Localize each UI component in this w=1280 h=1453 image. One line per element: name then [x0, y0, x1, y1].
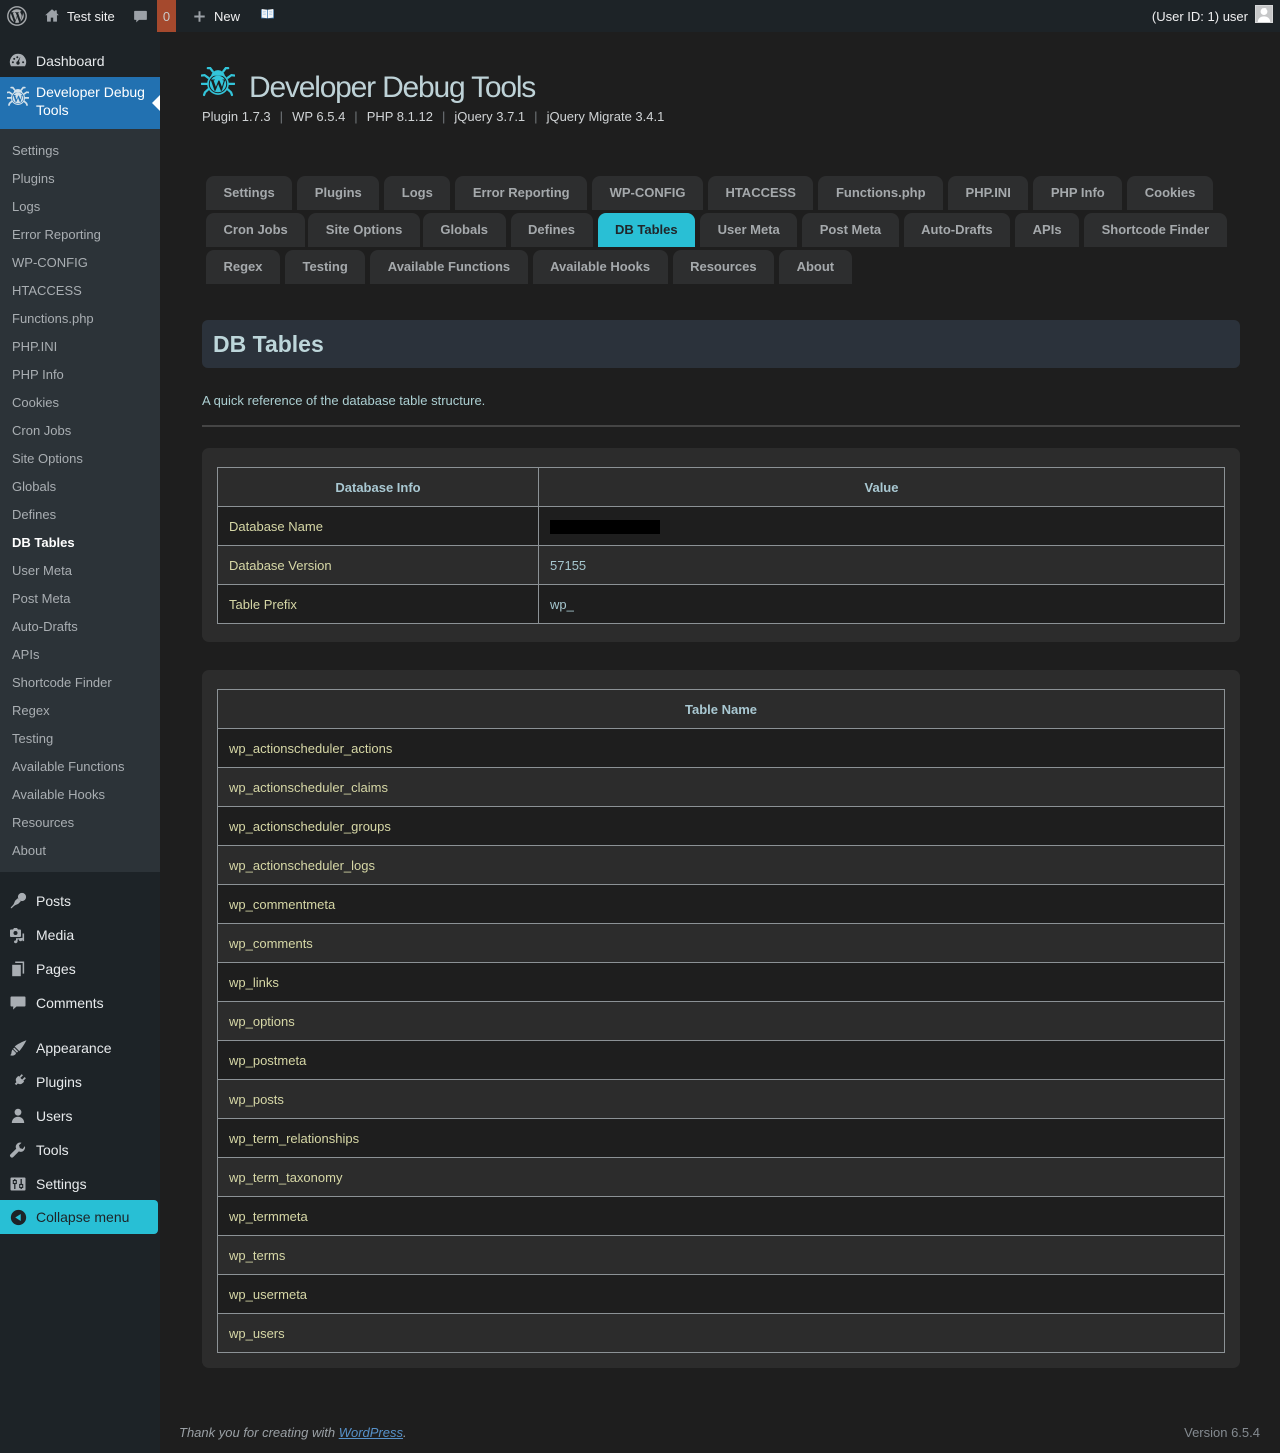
svg-text:W: W	[210, 75, 227, 94]
svg-text:W: W	[13, 93, 24, 105]
